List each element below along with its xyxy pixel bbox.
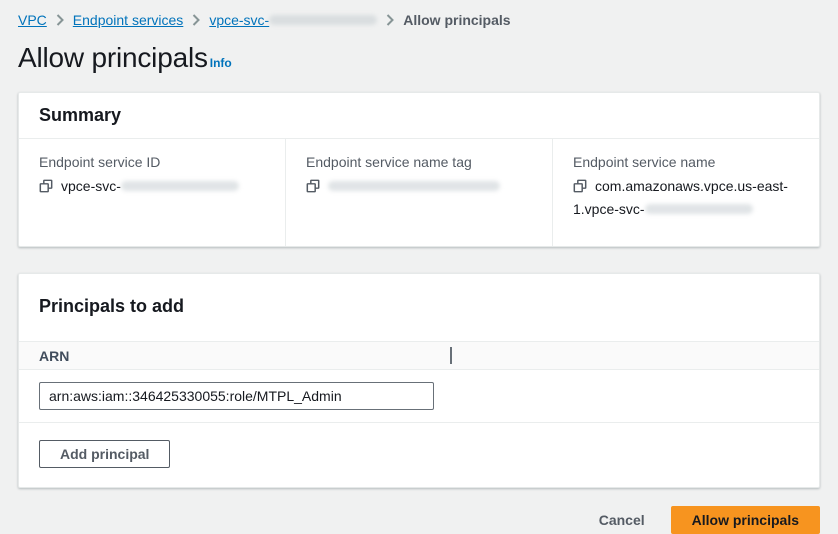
principals-heading: Principals to add bbox=[39, 296, 799, 317]
title-row: Allow principals Info bbox=[18, 42, 820, 74]
breadcrumb-vpc[interactable]: VPC bbox=[18, 12, 47, 28]
redacted-value bbox=[121, 181, 239, 191]
allow-principals-button[interactable]: Allow principals bbox=[671, 506, 820, 534]
summary-field-endpoint-service-id: Endpoint service ID vpce-svc- bbox=[19, 139, 285, 246]
principals-table-header: ARN bbox=[19, 341, 819, 370]
principals-card-footer: Add principal bbox=[19, 422, 819, 487]
breadcrumb-endpoint-services[interactable]: Endpoint services bbox=[73, 12, 184, 28]
info-link[interactable]: Info bbox=[210, 56, 232, 70]
add-principal-button[interactable]: Add principal bbox=[39, 440, 170, 468]
principals-card: Principals to add ARN Add principal bbox=[18, 273, 820, 488]
field-label: Endpoint service name tag bbox=[306, 152, 532, 172]
summary-field-endpoint-service-name: Endpoint service name com.amazonaws.vpce… bbox=[552, 139, 819, 246]
chevron-right-icon bbox=[386, 14, 394, 26]
page-title: Allow principals bbox=[18, 42, 208, 74]
breadcrumb: VPC Endpoint services vpce-svc- Allow pr… bbox=[18, 8, 820, 30]
arn-input[interactable] bbox=[39, 382, 434, 410]
page-container: VPC Endpoint services vpce-svc- Allow pr… bbox=[0, 0, 838, 534]
field-label: Endpoint service ID bbox=[39, 152, 265, 172]
copy-icon[interactable] bbox=[573, 178, 587, 199]
summary-card-header: Summary bbox=[19, 93, 819, 139]
principals-card-header: Principals to add bbox=[19, 274, 819, 341]
summary-card: Summary Endpoint service ID vpce-svc- En… bbox=[18, 92, 820, 247]
value-prefix: vpce-svc- bbox=[61, 178, 121, 194]
breadcrumb-endpoint-service-id[interactable]: vpce-svc- bbox=[209, 12, 377, 28]
field-value: vpce-svc- bbox=[39, 176, 265, 199]
breadcrumb-service-id-prefix: vpce-svc- bbox=[209, 12, 269, 28]
chevron-right-icon bbox=[56, 14, 64, 26]
summary-heading: Summary bbox=[39, 105, 799, 126]
actions-bar: Cancel Allow principals bbox=[18, 506, 820, 534]
field-value: com.amazonaws.vpce.us-east-1.vpce-svc- bbox=[573, 176, 799, 220]
field-label: Endpoint service name bbox=[573, 152, 799, 172]
copy-icon[interactable] bbox=[39, 178, 53, 199]
arn-column-resize-handle[interactable] bbox=[450, 347, 452, 364]
arn-column-header: ARN bbox=[39, 348, 450, 364]
redacted-value bbox=[328, 181, 500, 191]
redacted-service-id bbox=[269, 15, 377, 25]
summary-grid: Endpoint service ID vpce-svc- Endpoint s… bbox=[19, 139, 819, 246]
field-value bbox=[306, 176, 532, 199]
copy-icon[interactable] bbox=[306, 178, 320, 199]
principal-input-row bbox=[19, 370, 819, 422]
cancel-button[interactable]: Cancel bbox=[599, 512, 645, 528]
redacted-value bbox=[645, 204, 753, 214]
chevron-right-icon bbox=[192, 14, 200, 26]
summary-field-endpoint-service-name-tag: Endpoint service name tag bbox=[285, 139, 552, 246]
breadcrumb-current: Allow principals bbox=[403, 12, 510, 28]
